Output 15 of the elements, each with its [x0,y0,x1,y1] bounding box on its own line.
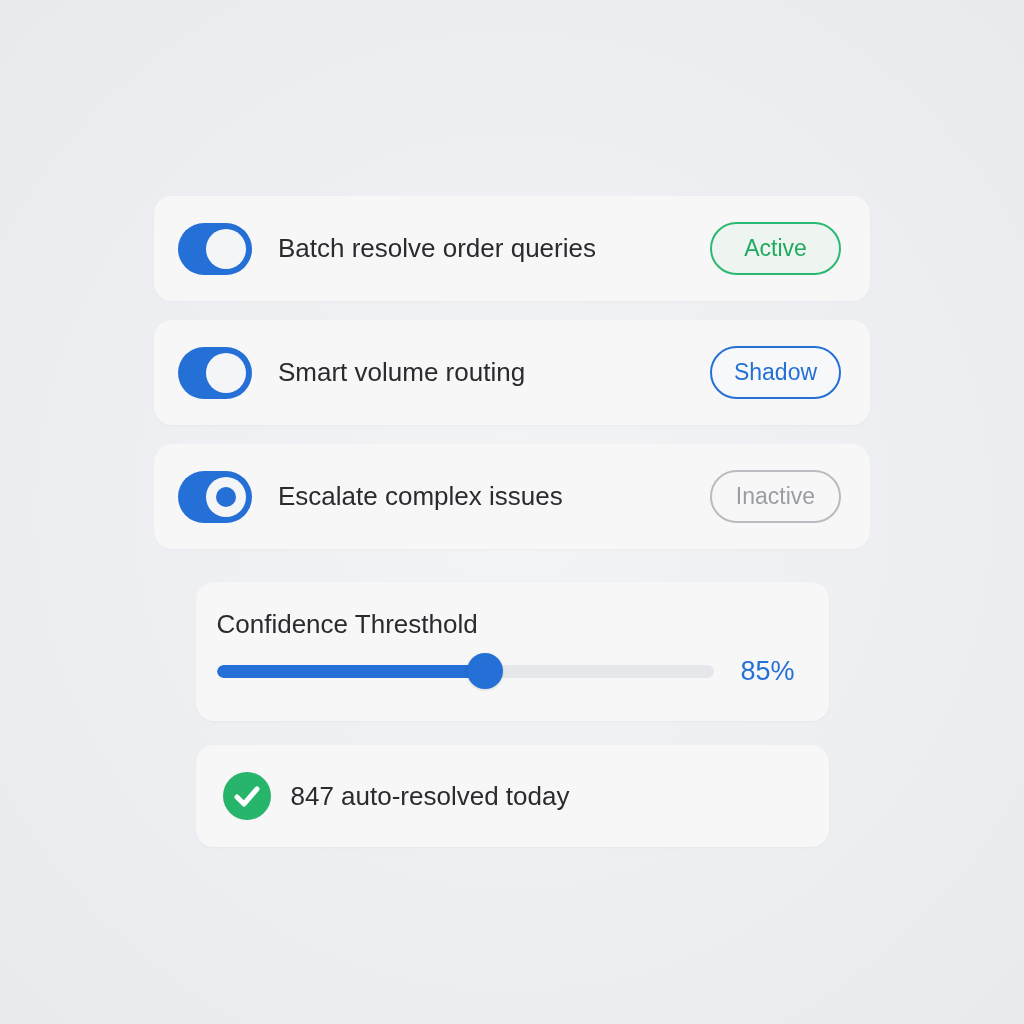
threshold-title: Confidence Thresthold [216,609,478,640]
automation-label: Escalate complex issues [278,481,564,512]
status-pill: Inactive [710,470,841,523]
toggle-switch[interactable] [178,346,252,399]
status-pill: Active [710,222,841,275]
check-circle-icon [222,772,271,820]
slider-track[interactable] [216,664,714,678]
slider-thumb[interactable] [466,653,503,689]
toggle-switch[interactable] [178,470,252,523]
status-pill: Shadow [710,346,841,399]
threshold-value: 85% [740,655,795,687]
automation-label: Smart volume routing [278,357,527,388]
summary-text: 847 auto-resolved today [290,780,570,812]
toggle-switch[interactable] [178,222,252,275]
automation-label: Batch resolve order queries [278,233,597,264]
